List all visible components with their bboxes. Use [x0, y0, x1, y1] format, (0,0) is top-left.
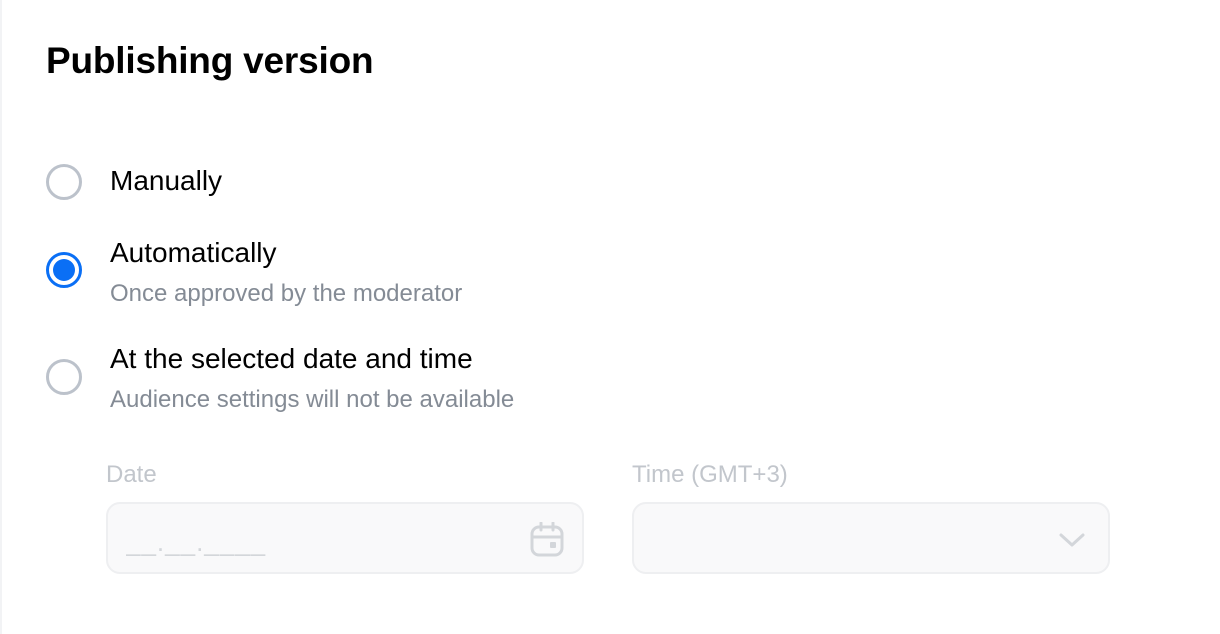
time-select[interactable]: [632, 502, 1110, 574]
calendar-icon[interactable]: [530, 522, 564, 558]
automatically-radio[interactable]: [46, 252, 82, 288]
option-label: Automatically: [110, 237, 277, 268]
date-label: Date: [106, 461, 157, 488]
option-label: Manually: [110, 165, 223, 196]
time-label: Time (GMT+3): [632, 461, 788, 488]
date-field[interactable]: [106, 502, 584, 574]
page-edge-divider: [0, 0, 2, 634]
page-title: Publishing version: [46, 40, 374, 81]
option-manually[interactable]: Manually: [46, 164, 346, 200]
option-description: Audience settings will not be available: [110, 386, 515, 413]
radio-selected-dot: [53, 259, 75, 281]
chevron-down-icon: [1059, 533, 1085, 547]
date-input[interactable]: [126, 524, 506, 560]
manually-radio[interactable]: [46, 164, 82, 200]
option-automatically[interactable]: Automatically Once approved by the moder…: [46, 236, 566, 310]
option-scheduled[interactable]: At the selected date and time Audience s…: [46, 342, 606, 416]
option-description: Once approved by the moderator: [110, 280, 463, 307]
option-label: At the selected date and time: [110, 343, 473, 374]
scheduled-radio[interactable]: [46, 359, 82, 395]
